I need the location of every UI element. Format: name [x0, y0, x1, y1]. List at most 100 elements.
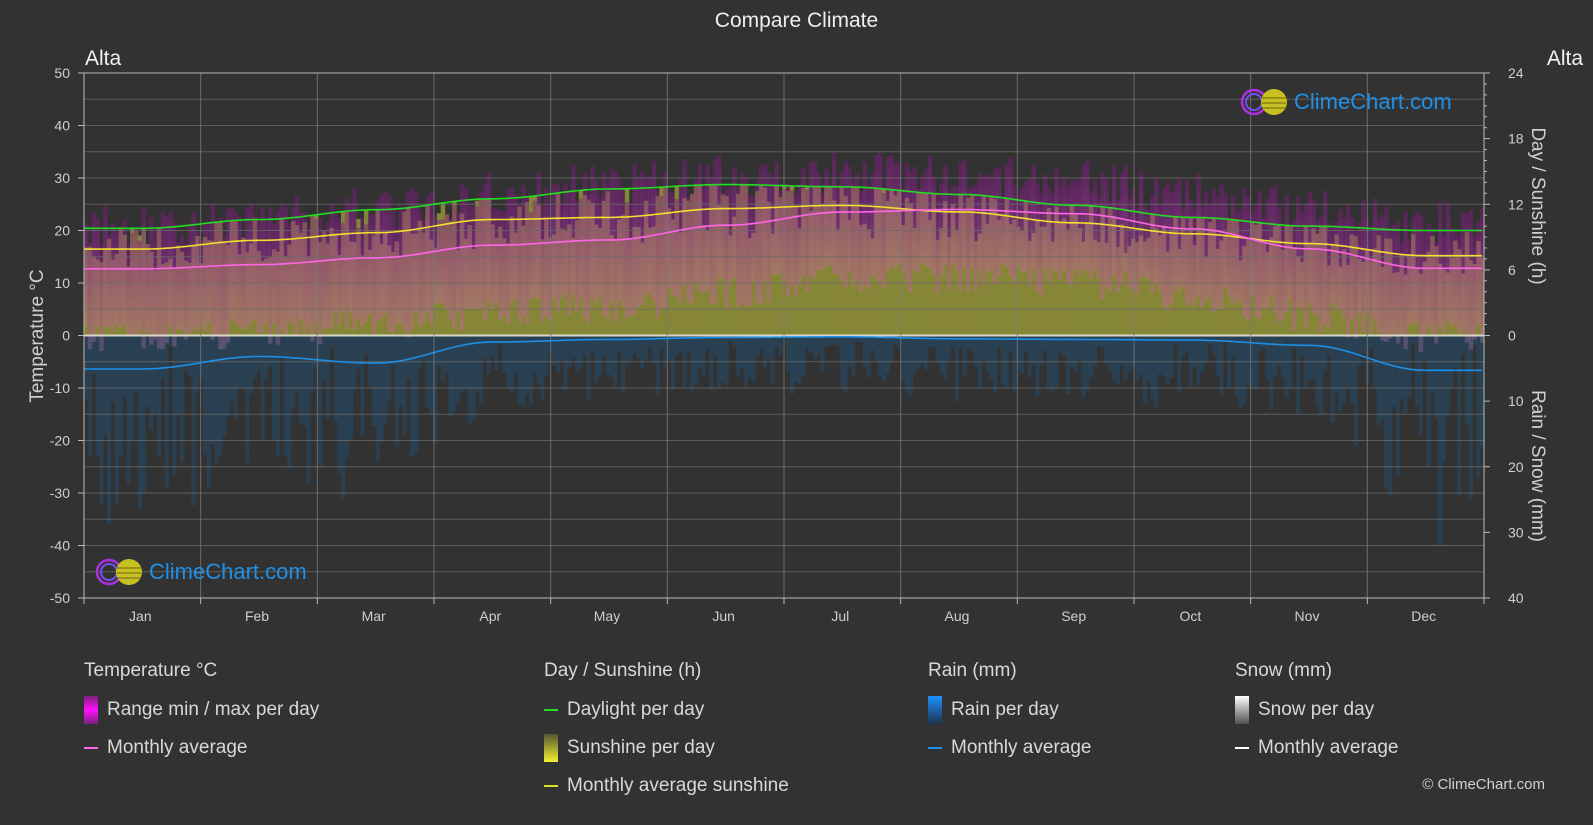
legend-item: Snow per day — [1235, 696, 1398, 724]
temp-range-day-bar — [670, 191, 676, 295]
temp-range-day-bar — [613, 171, 618, 322]
rain-day-bar — [245, 335, 250, 464]
temp-range-day-bar — [1192, 209, 1197, 306]
rain-day-bar — [298, 335, 304, 424]
temp-range-day-bar — [713, 159, 718, 304]
rain-day-bar — [84, 335, 89, 400]
temp-range-day-bar — [137, 240, 143, 330]
rain-day-bar — [95, 335, 100, 455]
rain-day-bar — [490, 335, 495, 357]
rain-day-bar — [1065, 335, 1071, 395]
temp-range-day-bar — [1296, 197, 1301, 309]
temp-range-day-bar — [843, 161, 848, 287]
temp-range-day-bar — [701, 187, 706, 293]
rain-day-bar — [1073, 335, 1078, 372]
rain-day-bar — [609, 335, 614, 378]
temp-range-day-bar — [463, 188, 469, 309]
right-axis-bottom-label: Rain / Snow (mm) — [1527, 389, 1548, 543]
rain-day-bar — [122, 335, 127, 397]
temp-range-day-bar — [1119, 172, 1125, 285]
rain-day-bar — [206, 335, 211, 487]
rain-day-bar — [1457, 335, 1462, 496]
rain-day-bar — [1311, 335, 1316, 380]
rain-day-bar — [613, 335, 618, 387]
left-tick-label: 50 — [54, 65, 70, 81]
rain-day-bar — [839, 335, 844, 386]
rain-day-bar — [160, 335, 165, 380]
rain-day-bar — [145, 335, 150, 407]
temp-range-day-bar — [866, 186, 871, 290]
rain-day-bar — [739, 335, 745, 370]
temp-range-day-bar — [517, 205, 522, 322]
temp-range-day-bar — [636, 177, 641, 308]
rain-day-bar — [1411, 335, 1416, 343]
rain-day-bar — [812, 335, 818, 359]
rain-day-bar — [375, 335, 380, 462]
rain-day-bar — [429, 335, 434, 416]
temp-range-day-bar — [1146, 208, 1151, 279]
temp-range-day-bar — [1372, 198, 1378, 318]
rain-day-bar — [993, 335, 998, 392]
rain-avg-swatch — [928, 747, 942, 749]
temp-range-day-bar — [1150, 196, 1155, 293]
temp-range-day-bar — [210, 203, 216, 340]
temp-range-day-bar — [402, 208, 407, 331]
month-label: May — [594, 608, 620, 624]
temp-range-day-bar — [367, 214, 373, 314]
temp-range-day-bar — [655, 189, 660, 319]
rain-day-bar — [670, 335, 676, 391]
logo-top[interactable]: ClimeChart.com — [1238, 86, 1452, 118]
rain-day-bar — [1161, 335, 1167, 377]
temp-range-day-bar — [805, 189, 810, 292]
rain-day-bar — [1138, 335, 1144, 375]
temp-range-day-bar — [578, 198, 584, 300]
temp-range-day-bar — [206, 223, 212, 323]
rain-day-bar — [720, 335, 725, 382]
temp-range-day-bar — [774, 161, 779, 275]
temp-range-day-bar — [145, 245, 150, 332]
rain-day-bar — [172, 335, 177, 476]
rain-day-bar — [1472, 335, 1477, 346]
temp-range-day-bar — [1464, 213, 1470, 343]
legend-item: Sunshine per day — [544, 734, 789, 762]
temp-range-day-bar — [156, 226, 162, 349]
rain-day-bar — [179, 335, 185, 463]
rain-day-bar — [797, 335, 802, 384]
month-label: Jan — [129, 608, 152, 624]
sunshine-avg-swatch — [544, 785, 558, 787]
temp-range-day-bar — [444, 214, 449, 310]
temp-range-day-bar — [1391, 224, 1397, 335]
rain-day-bar — [1238, 335, 1243, 408]
rain-day-bar — [367, 335, 373, 386]
rain-day-bar — [1123, 335, 1128, 381]
temp-range-day-bar — [413, 191, 419, 313]
temp-range-day-bar — [479, 191, 484, 308]
rain-day-bar — [935, 335, 940, 363]
legend-label: Monthly average sunshine — [567, 775, 789, 796]
temp-range-day-bar — [398, 205, 403, 323]
temp-range-day-bar — [1395, 221, 1401, 344]
rain-day-bar — [417, 335, 422, 369]
temp-range-day-bar — [1223, 192, 1228, 288]
rain-day-bar — [1096, 335, 1101, 347]
temp-range-day-bar — [651, 161, 657, 302]
rain-day-bar — [647, 335, 653, 348]
temp-range-day-bar — [1046, 185, 1052, 283]
rain-day-bar — [1345, 335, 1351, 387]
rain-day-bar — [594, 335, 599, 383]
temp-range-day-bar — [91, 213, 97, 342]
rain-day-bar — [1000, 335, 1005, 385]
logo-bottom[interactable]: ClimeChart.com — [93, 556, 307, 588]
rain-day-bar — [103, 335, 108, 435]
rain-day-bar — [632, 335, 637, 354]
temp-range-day-bar — [1384, 206, 1389, 342]
rain-day-bar — [360, 335, 365, 436]
temp-range-day-bar — [536, 172, 542, 299]
rain-day-bar — [406, 335, 411, 379]
rain-day-bar — [1165, 335, 1170, 384]
rain-day-bar — [187, 335, 192, 377]
right-bottom-tick-label: 20 — [1508, 459, 1524, 475]
temp-range-day-bar — [1338, 209, 1343, 309]
temp-range-day-bar — [425, 196, 430, 313]
temp-range-day-bar — [406, 192, 411, 338]
